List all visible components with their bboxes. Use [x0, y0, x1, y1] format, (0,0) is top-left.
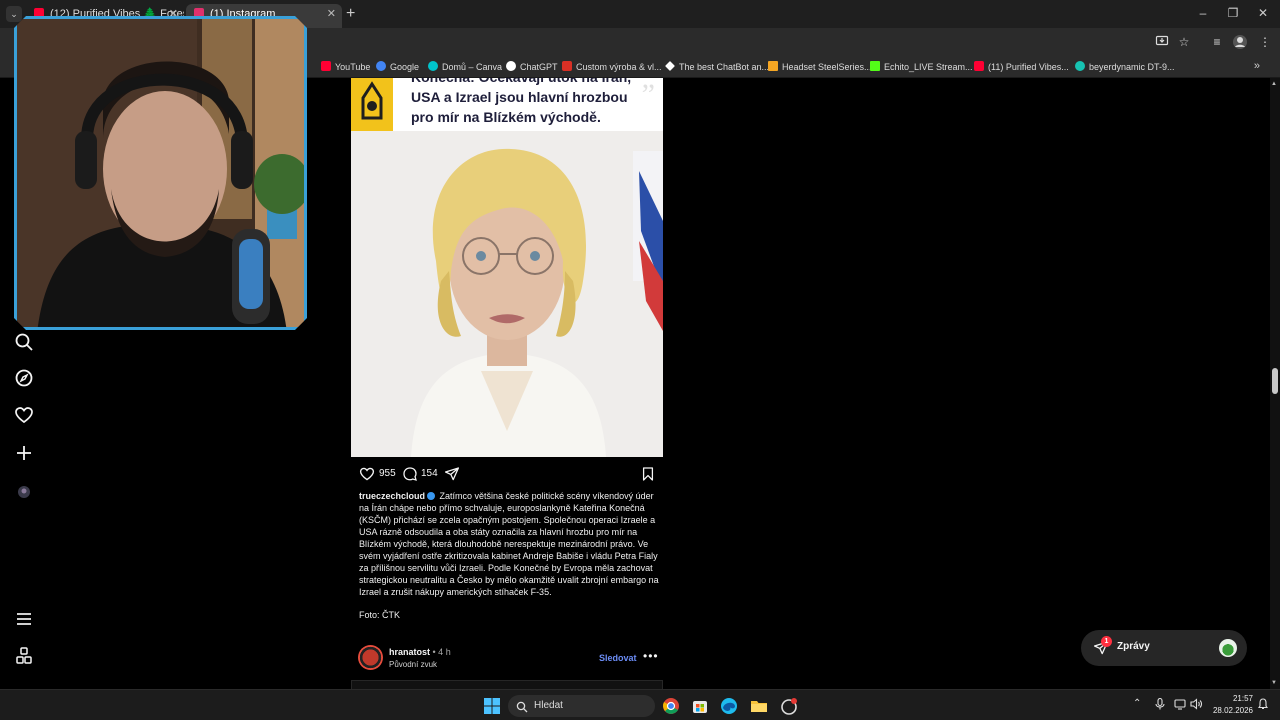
bookmark-steelseries[interactable]: Headset SteelSeries...: [768, 60, 872, 74]
bookmark-youtube[interactable]: YouTube: [321, 60, 370, 74]
restore-button[interactable]: ❐: [1218, 4, 1248, 22]
next-post-media: [351, 680, 663, 689]
caption-username[interactable]: trueczechcloud: [359, 491, 425, 501]
messages-label: Zprávy: [1117, 641, 1150, 652]
system-clock[interactable]: 21:57 28.02.2026: [1207, 693, 1253, 717]
bookmark-custom-vyroba[interactable]: Custom výroba & vl...: [562, 60, 662, 74]
next-post-time: • 4 h: [432, 647, 451, 657]
tray-chevron-icon[interactable]: ⌃: [1133, 698, 1141, 709]
flag-icon: [768, 61, 778, 71]
follow-button[interactable]: Sledovat: [599, 653, 637, 663]
canva-icon: [428, 61, 438, 71]
kick-icon: [870, 61, 880, 71]
app-icon[interactable]: [780, 697, 798, 715]
browser-menu-icon[interactable]: ⋮: [1257, 34, 1273, 50]
post-headline: Konečná: Očekávají útok na Írán, USA a I…: [411, 78, 631, 125]
microphone-icon[interactable]: [1155, 697, 1165, 713]
streamer-image: [17, 19, 307, 330]
bookmark-chatbot[interactable]: The best ChatBot an...: [665, 60, 769, 74]
minimize-button[interactable]: –: [1188, 4, 1218, 22]
publisher-logo: [351, 78, 393, 131]
edge-icon[interactable]: [720, 697, 738, 715]
search-placeholder: Hledat: [534, 700, 563, 711]
scroll-thumb[interactable]: [1272, 368, 1278, 394]
search-icon[interactable]: [14, 332, 34, 352]
store-icon[interactable]: [691, 697, 709, 715]
bookmark-icon: [642, 467, 654, 481]
youtube-icon: [321, 61, 331, 71]
profile-avatar[interactable]: [14, 482, 34, 502]
file-explorer-icon[interactable]: [750, 697, 768, 715]
heart-icon: [359, 467, 375, 481]
comment-icon: [403, 467, 417, 481]
windows-taskbar: Hledat ⌃ 21:57 28.02.2026: [0, 689, 1280, 720]
bookmark-google[interactable]: Google: [376, 60, 419, 74]
post-image-headline: Konečná: Očekávají útok na Írán, USA a I…: [351, 78, 663, 131]
create-plus-icon[interactable]: [14, 443, 34, 463]
search-icon: [516, 700, 528, 713]
scroll-up-icon[interactable]: ▲: [1271, 81, 1277, 87]
star-bookmark-icon[interactable]: ☆: [1176, 34, 1192, 50]
next-post-username[interactable]: hranatost: [389, 647, 430, 657]
original-audio-label[interactable]: Původní zvuk: [389, 660, 437, 669]
scroll-down-icon[interactable]: ▼: [1271, 680, 1277, 686]
comment-button[interactable]: [402, 466, 418, 485]
caption-text: Zatímco většina české politické scény ví…: [359, 491, 659, 597]
media-controls-icon[interactable]: ≡: [1209, 34, 1225, 50]
clock-date: 28.02.2026: [1212, 706, 1253, 715]
more-menu-icon[interactable]: [14, 609, 34, 629]
share-button[interactable]: [444, 466, 460, 485]
messages-button[interactable]: 1 Zprávy: [1081, 630, 1247, 666]
bookmark-chatgpt[interactable]: ChatGPT: [506, 60, 558, 74]
clock-time: 21:57: [1232, 694, 1253, 703]
photo-credit: Foto: ČTK: [359, 610, 401, 620]
bookmark-beyerdynamic[interactable]: beyerdynamic DT-9...: [1075, 60, 1175, 74]
network-icon[interactable]: [1174, 698, 1186, 713]
save-button[interactable]: [640, 466, 656, 485]
chatgpt-icon: [506, 61, 516, 71]
next-post-header: hranatost • 4 h Původní zvuk Sledovat ••…: [358, 645, 658, 671]
profile-avatar[interactable]: [1232, 34, 1248, 50]
also-from-meta-icon[interactable]: [14, 646, 34, 666]
avatar[interactable]: [358, 645, 383, 670]
close-window-button[interactable]: ✕: [1248, 4, 1278, 22]
post-actions: 955 154: [359, 466, 659, 484]
more-options-icon[interactable]: •••: [643, 649, 659, 663]
explore-compass-icon[interactable]: [14, 368, 34, 388]
bookmark-icon: [562, 61, 572, 71]
close-tab-icon[interactable]: ✕: [327, 4, 336, 24]
tab-search-button[interactable]: ⌄: [6, 6, 22, 22]
comment-count: 154: [421, 468, 438, 479]
install-app-icon[interactable]: [1154, 34, 1170, 50]
notifications-heart-icon[interactable]: [14, 405, 34, 425]
like-count: 955: [379, 468, 396, 479]
page-scrollbar[interactable]: ▲ ▼: [1270, 78, 1280, 689]
post-caption: trueczechcloud Zatímco většina české pol…: [359, 490, 659, 598]
like-button[interactable]: [359, 466, 375, 485]
bookmark-icon: [1075, 61, 1085, 71]
verified-badge-icon: [427, 492, 436, 500]
notifications-icon[interactable]: [1257, 698, 1269, 713]
diamond-icon: [665, 61, 675, 71]
avatar: [1219, 639, 1237, 657]
send-icon: [444, 467, 460, 481]
bookmark-kick[interactable]: Echito_LIVE Stream...: [870, 60, 973, 74]
new-tab-button[interactable]: +: [346, 4, 355, 24]
bookmark-purified-vibes[interactable]: (11) Purified Vibes...: [974, 60, 1069, 74]
bookmarks-overflow-icon[interactable]: »: [1254, 60, 1260, 72]
youtube-icon: [974, 61, 984, 71]
quote-mark-icon: ”: [641, 78, 655, 111]
google-icon: [376, 61, 386, 71]
next-post-username-line: hranatost • 4 h: [389, 647, 451, 657]
bookmark-canva[interactable]: Domů – Canva: [428, 60, 502, 74]
post-photo[interactable]: [351, 131, 663, 457]
volume-icon[interactable]: [1190, 698, 1203, 713]
windows-start-icon[interactable]: [483, 697, 501, 715]
webcam-overlay: [14, 16, 307, 330]
taskbar-search[interactable]: Hledat: [508, 695, 655, 717]
chrome-icon[interactable]: [662, 697, 680, 715]
messages-badge: 1: [1101, 636, 1112, 647]
